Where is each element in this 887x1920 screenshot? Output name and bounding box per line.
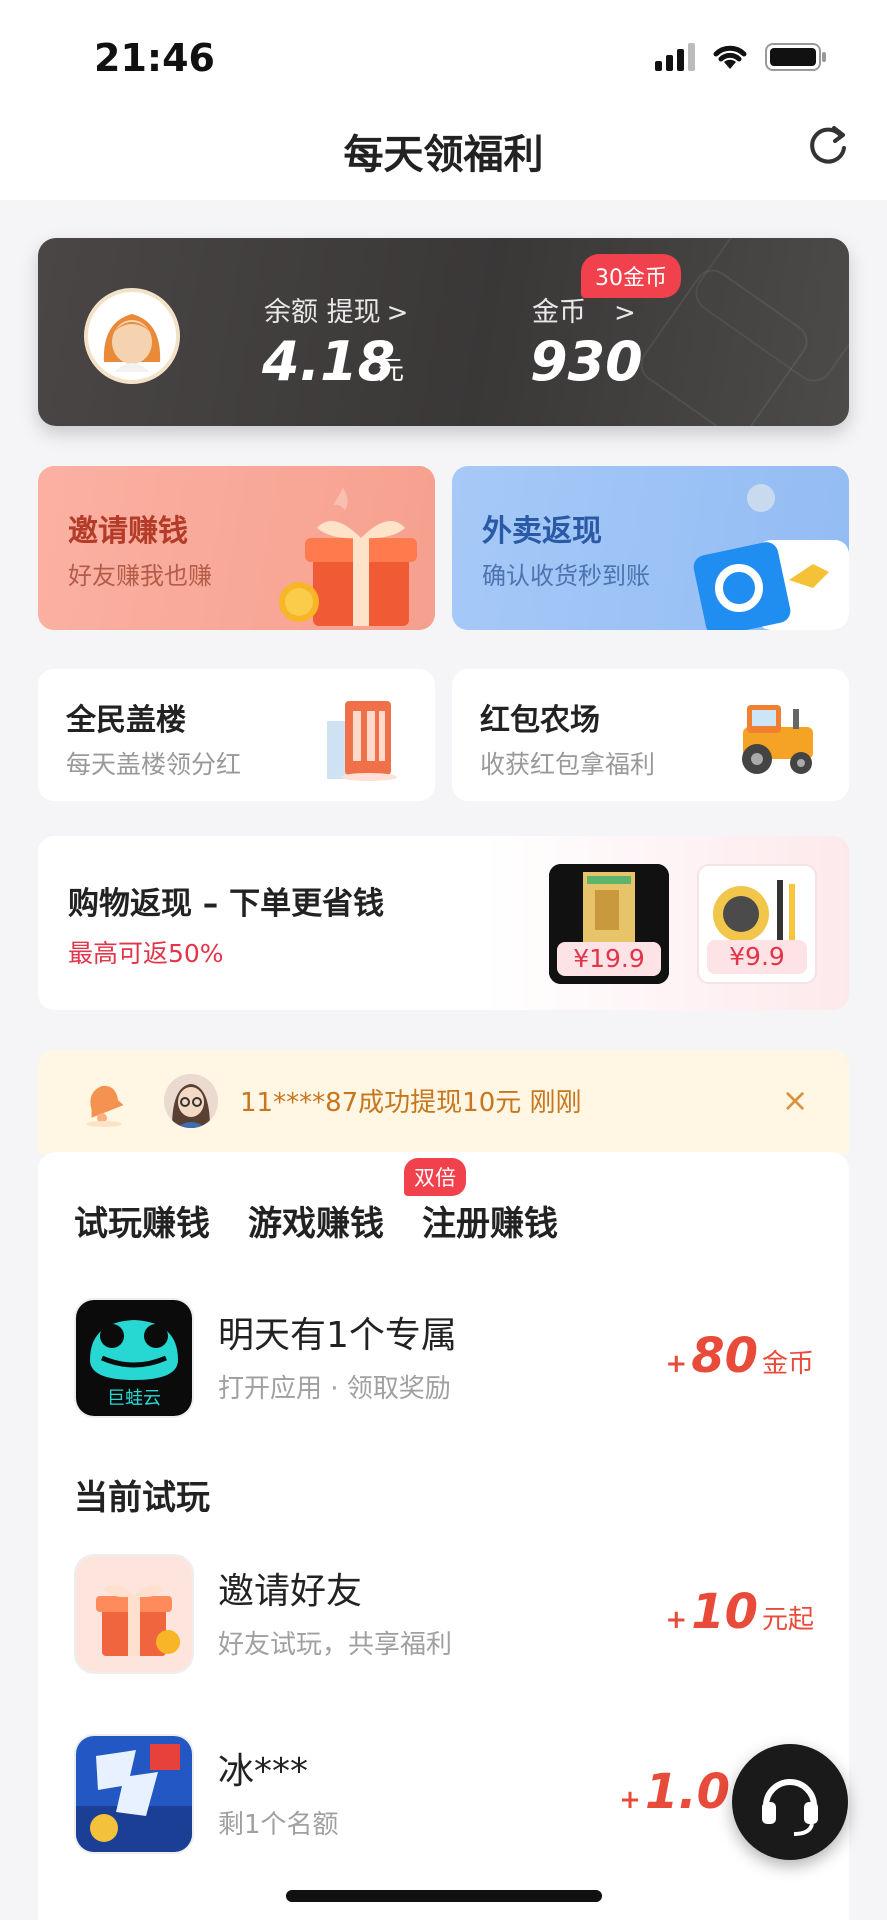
feature-subtitle: 确认收货秒到账 bbox=[482, 562, 650, 590]
task-description: 好友试玩，共享福利 bbox=[218, 1630, 453, 1660]
avatar[interactable] bbox=[84, 288, 180, 384]
reward-amount: 1.0 bbox=[644, 1764, 730, 1820]
product-thumbnail[interactable]: ¥9.9 bbox=[697, 864, 817, 984]
status-bar: 21:46 bbox=[0, 0, 887, 110]
status-icons bbox=[655, 42, 827, 72]
battery-icon bbox=[765, 42, 827, 72]
product-price: ¥9.9 bbox=[707, 940, 807, 974]
svg-text:巨蛙云: 巨蛙云 bbox=[107, 1388, 161, 1409]
task-item[interactable]: 冰*** 剩1个名额 + 1.0 bbox=[74, 1734, 814, 1858]
product-price: ¥19.9 bbox=[557, 942, 661, 976]
task-name: 冰*** bbox=[218, 1751, 309, 1792]
balance-value: 4.18 bbox=[262, 330, 396, 393]
task-item[interactable]: 巨蛙云 明天有1个专属 打开应用 · 领取奖励 + 80 金币 bbox=[74, 1298, 814, 1422]
red-envelope-farm-card[interactable]: 红包农场 收获红包拿福利 bbox=[452, 669, 849, 801]
task-tabs: 试玩赚钱 游戏赚钱 注册赚钱 bbox=[74, 1196, 558, 1251]
takeout-app-icon bbox=[693, 484, 849, 630]
home-indicator bbox=[286, 1890, 602, 1902]
reward-unit: 金币 bbox=[761, 1349, 814, 1379]
app-icon: 巨蛙云 bbox=[74, 1298, 194, 1418]
product-thumbnail[interactable]: ¥19.9 bbox=[549, 864, 669, 984]
wifi-icon bbox=[711, 43, 749, 71]
reward-plus: + bbox=[665, 1349, 688, 1379]
notice-text: 11****87成功提现10元 刚刚 bbox=[240, 1088, 582, 1118]
tractor-icon bbox=[742, 705, 813, 774]
card-title: 红包农场 bbox=[480, 703, 600, 738]
chevron-right-icon: > bbox=[614, 298, 636, 328]
task-description: 打开应用 · 领取奖励 bbox=[218, 1374, 451, 1404]
gift-icon bbox=[74, 1554, 194, 1674]
balance-label: 余额 提现 bbox=[264, 297, 381, 328]
task-item[interactable]: 邀请好友 好友试玩，共享福利 + 10 元起 bbox=[74, 1554, 814, 1678]
balance-withdraw-link[interactable]: 余额 提现 > bbox=[264, 290, 408, 329]
building-icon bbox=[327, 701, 397, 781]
shop-title: 购物返现 – 下单更省钱 bbox=[68, 886, 385, 922]
card-subtitle: 收获红包拿福利 bbox=[480, 750, 656, 779]
task-name: 邀请好友 bbox=[218, 1571, 363, 1612]
reward-amount: 80 bbox=[691, 1328, 758, 1384]
reward-unit: 元起 bbox=[761, 1605, 814, 1635]
coin-badge: 30金币 bbox=[581, 254, 681, 298]
reward-plus: + bbox=[619, 1785, 641, 1815]
task-reward: + 10 元起 bbox=[665, 1584, 814, 1640]
coin-value: 930 bbox=[530, 330, 643, 393]
tab-trial-earn[interactable]: 试玩赚钱 bbox=[74, 1196, 210, 1251]
game-icon bbox=[74, 1734, 194, 1854]
task-panel: 试玩赚钱 游戏赚钱 注册赚钱 双倍 巨蛙云 明天有1个专属 打开应用 · 领取奖… bbox=[38, 1152, 849, 1920]
bell-icon bbox=[86, 1085, 124, 1127]
coin-label: 金币 bbox=[532, 297, 586, 328]
refresh-icon[interactable] bbox=[805, 122, 851, 168]
page-title: 每天领福利 bbox=[343, 132, 544, 178]
double-badge: 双倍 bbox=[404, 1158, 466, 1196]
task-reward: + 80 金币 bbox=[665, 1328, 814, 1384]
building-game-card[interactable]: 全民盖楼 每天盖楼领分红 bbox=[38, 669, 435, 801]
nav-bar: 每天领福利 bbox=[0, 110, 887, 200]
chevron-right-icon: > bbox=[386, 298, 409, 328]
reward-amount: 10 bbox=[691, 1584, 758, 1640]
card-title: 全民盖楼 bbox=[66, 703, 186, 738]
current-trial-title: 当前试玩 bbox=[74, 1478, 210, 1518]
gift-box-icon bbox=[279, 488, 417, 626]
customer-service-button[interactable] bbox=[732, 1744, 848, 1860]
reward-plus: + bbox=[665, 1605, 688, 1635]
shopping-cashback-card[interactable]: 购物返现 – 下单更省钱 最高可返50% ¥19.9 ¥9.9 bbox=[38, 836, 849, 1010]
withdraw-notice-bar: 11****87成功提现10元 刚刚 × bbox=[38, 1050, 849, 1154]
tab-game-earn[interactable]: 游戏赚钱 bbox=[248, 1196, 384, 1251]
feature-subtitle: 好友赚我也赚 bbox=[68, 562, 212, 590]
task-description: 剩1个名额 bbox=[218, 1810, 339, 1840]
task-name: 明天有1个专属 bbox=[218, 1315, 457, 1356]
close-icon[interactable]: × bbox=[779, 1084, 811, 1116]
balance-card[interactable]: 余额 提现 > 4.18 元 金币 > 930 30金币 bbox=[38, 238, 849, 426]
tab-register-earn[interactable]: 注册赚钱 bbox=[422, 1196, 558, 1251]
status-time: 21:46 bbox=[94, 36, 215, 80]
feature-title: 邀请赚钱 bbox=[68, 514, 188, 549]
balance-unit: 元 bbox=[378, 356, 405, 386]
user-avatar bbox=[164, 1074, 218, 1128]
task-reward: + 1.0 bbox=[619, 1764, 734, 1820]
headset-icon bbox=[762, 1779, 818, 1836]
invite-earn-card[interactable]: 邀请赚钱 好友赚我也赚 bbox=[38, 466, 435, 630]
takeout-cashback-card[interactable]: 外卖返现 确认收货秒到账 bbox=[452, 466, 849, 630]
card-subtitle: 每天盖楼领分红 bbox=[66, 750, 242, 779]
shop-subtitle: 最高可返50% bbox=[68, 939, 224, 968]
cellular-signal-icon bbox=[655, 43, 695, 71]
feature-title: 外卖返现 bbox=[482, 514, 602, 549]
